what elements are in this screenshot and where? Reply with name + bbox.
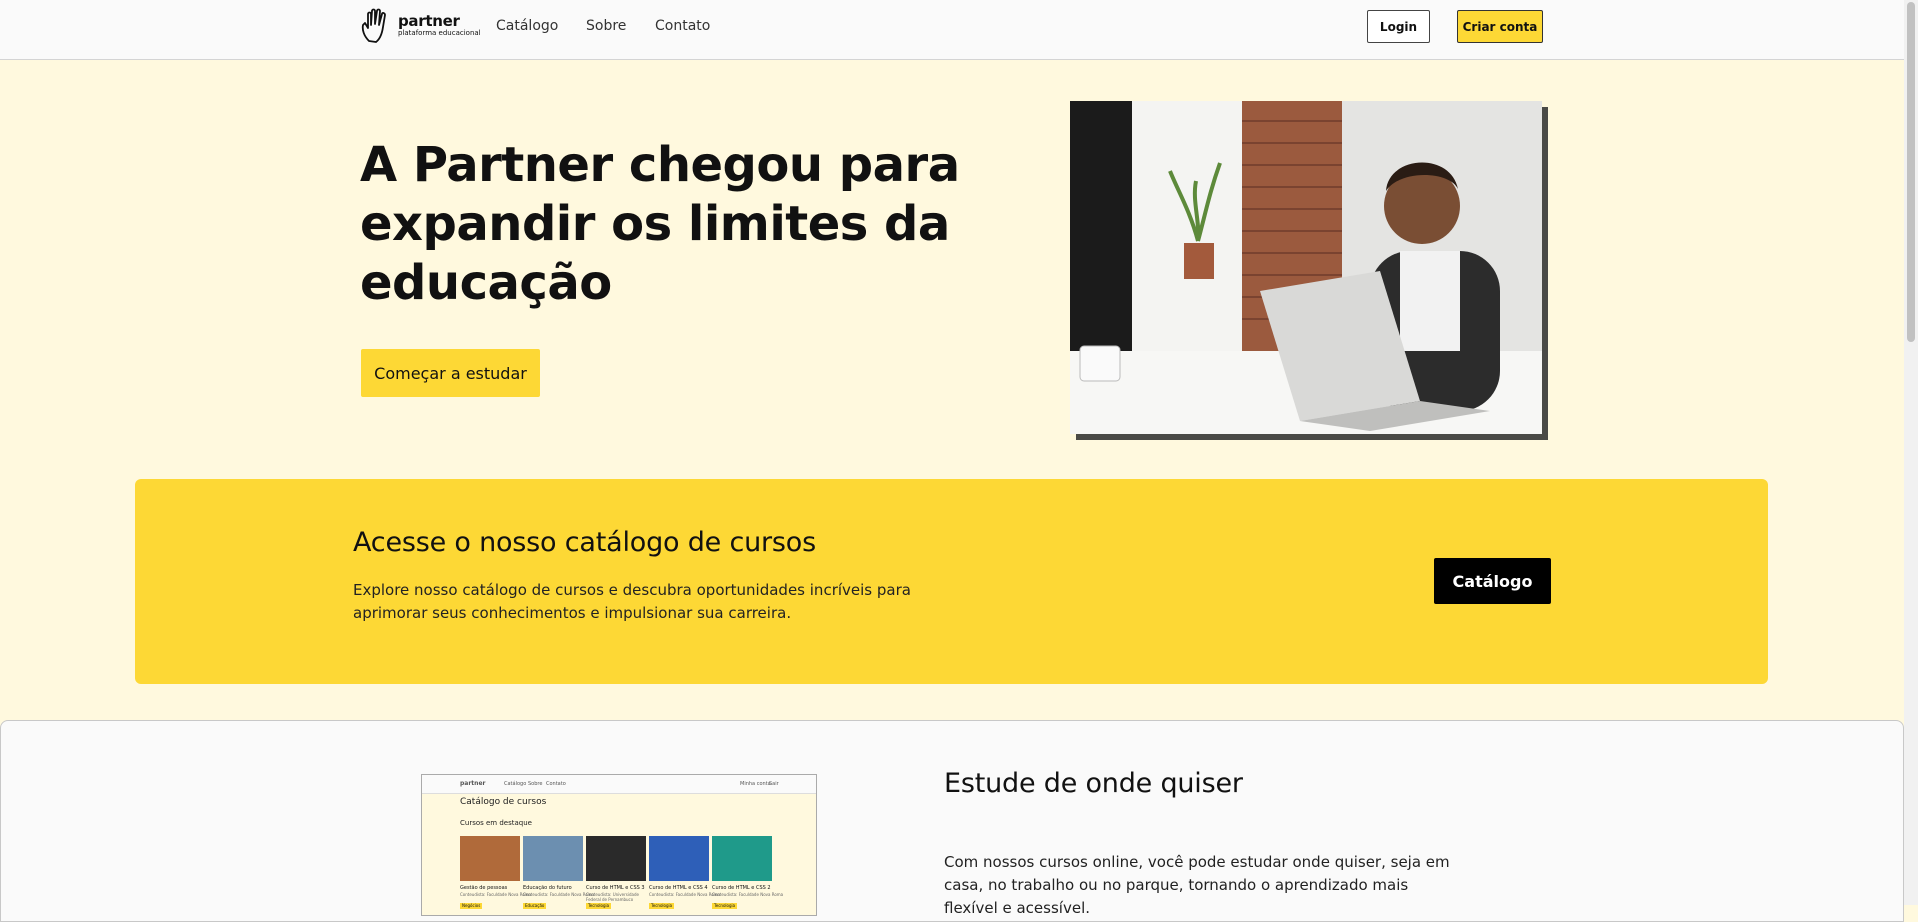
preview-card-image: [712, 836, 772, 881]
catalog-banner-title: Acesse o nosso catálogo de cursos: [353, 527, 816, 558]
preview-brand: partner: [460, 780, 486, 787]
preview-card-author: Conteudista: Faculdade Nova Roma: [712, 892, 784, 897]
nav-link-catalog[interactable]: Catálogo: [496, 18, 558, 34]
preview-card-image: [649, 836, 709, 881]
preview-card-tag: Tecnologia: [712, 903, 738, 909]
preview-nav: partner Catálogo Sobre Contato Minha con…: [422, 775, 816, 794]
catalog-preview-screenshot: partner Catálogo Sobre Contato Minha con…: [421, 774, 817, 916]
preview-card-author: Conteudista: Faculdade Nova Roma: [523, 892, 595, 897]
preview-card-title: Educação do futuro: [523, 885, 572, 891]
preview-page-title: Catálogo de cursos: [460, 797, 547, 807]
scrollbar-thumb[interactable]: [1907, 2, 1915, 342]
signup-button[interactable]: Criar conta: [1457, 10, 1543, 43]
catalog-banner-text: Explore nosso catálogo de cursos e descu…: [353, 581, 911, 622]
hero-title: A Partner chegou para expandir os limite…: [360, 137, 960, 311]
preview-nav-catalog: Catálogo: [504, 781, 527, 787]
catalog-banner: Acesse o nosso catálogo de cursos Explor…: [135, 479, 1768, 684]
login-button[interactable]: Login: [1367, 10, 1430, 43]
preview-card-tag: Educação: [523, 903, 547, 909]
preview-card-title: Curso de HTML e CSS 3: [586, 885, 645, 891]
preview-card-title: Gestão de pessoas: [460, 885, 508, 891]
study-anywhere-title: Estude de onde quiser: [944, 768, 1243, 799]
study-anywhere-text: Com nossos cursos online, você pode estu…: [944, 853, 1450, 917]
preview-card-image: [586, 836, 646, 881]
preview-user: Minha conta: [740, 781, 771, 787]
preview-card-author: Conteudista: Universidade Federal de Per…: [586, 892, 639, 902]
preview-section-title: Cursos em destaque: [460, 819, 532, 827]
brand-tagline: plataforma educacional: [398, 29, 481, 37]
hero-image: [1070, 101, 1542, 434]
preview-card-author: Conteudista: Faculdade Nova Roma: [460, 892, 532, 897]
site-header: partner plataforma educacional Catálogo …: [0, 0, 1904, 60]
preview-card-tag: Negócios: [460, 903, 483, 909]
nav-link-contact[interactable]: Contato: [655, 18, 710, 34]
preview-card-title: Curso de HTML e CSS 2: [712, 885, 771, 891]
page-scrollbar[interactable]: [1904, 0, 1918, 905]
hand-icon: [361, 8, 386, 43]
nav-link-about[interactable]: Sobre: [586, 18, 626, 34]
preview-card-author: Conteudista: Faculdade Nova Roma: [649, 892, 721, 897]
catalog-button[interactable]: Catálogo: [1434, 558, 1551, 604]
preview-card-tag: Tecnologia: [649, 903, 675, 909]
preview-card-tag: Tecnologia: [586, 903, 612, 909]
start-studying-button[interactable]: Começar a estudar: [361, 349, 540, 397]
study-anywhere-section: partner Catálogo Sobre Contato Minha con…: [0, 720, 1904, 922]
preview-card-title: Curso de HTML e CSS 4: [649, 885, 708, 891]
preview-nav-contact: Contato: [546, 781, 566, 787]
preview-exit: Sair: [769, 781, 779, 787]
preview-card-image: [460, 836, 520, 881]
preview-nav-about: Sobre: [528, 781, 543, 787]
hero-photo-illustration: [1070, 101, 1542, 434]
brand-logo[interactable]: partner plataforma educacional: [360, 8, 481, 44]
preview-card-image: [523, 836, 583, 881]
brand-name: partner: [398, 12, 460, 30]
